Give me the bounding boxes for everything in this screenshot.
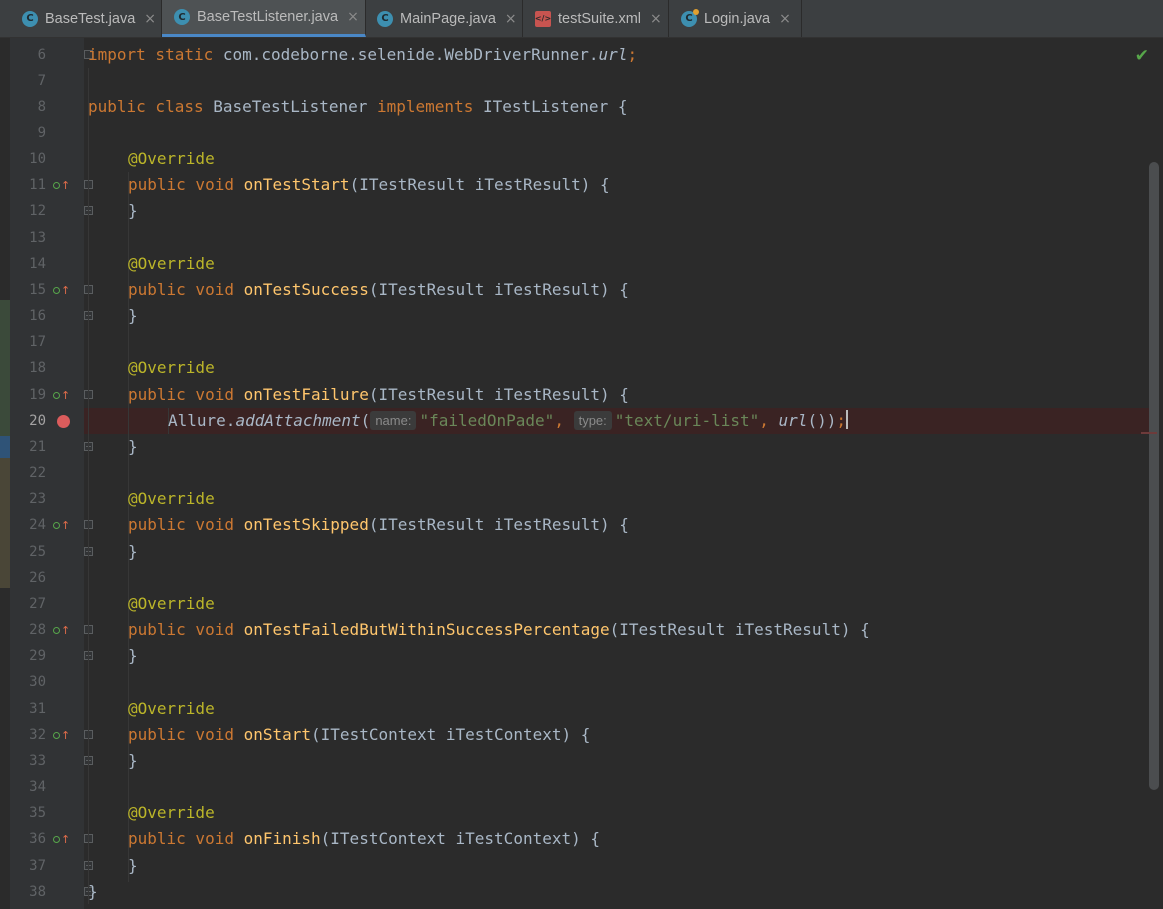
xml-file-icon: </> [535,10,551,27]
code-line: } [128,201,138,220]
line-number: 7 [37,73,46,89]
line-number: 23 [29,491,46,507]
line-number: 35 [29,805,46,821]
line-number: 16 [29,308,46,324]
line-number: 30 [29,674,46,690]
tab-mainpage[interactable]: C MainPage.java × [366,0,523,37]
line-number: 37 [29,858,46,874]
code-line: @Override [128,489,215,508]
code-editor[interactable]: 6 7 8 9 10 11 12 13 14 15 16 17 18 19 20… [0,38,1163,909]
code-line: } [88,882,98,901]
implements-method-icon[interactable]: ↑ [53,172,71,198]
line-number: 36 [29,831,46,847]
code-line: } [128,646,138,665]
line-number: 28 [29,622,46,638]
close-icon[interactable]: × [650,11,662,27]
implements-method-icon[interactable]: ↑ [53,512,71,538]
code-line: @Override [128,594,215,613]
line-number: 38 [29,884,46,900]
line-number: 12 [29,203,46,219]
line-number: 33 [29,753,46,769]
line-number: 10 [29,151,46,167]
code-area[interactable]: import static com.codeborne.selenide.Web… [84,38,1163,909]
code-line: } [128,751,138,770]
close-icon[interactable]: × [505,11,517,27]
tab-label: testSuite.xml [558,10,641,27]
code-line: public void onStart(ITestContext iTestCo… [128,725,591,744]
editor-tab-bar: C BaseTest.java × C BaseTestListener.jav… [0,0,1163,38]
code-line: @Override [128,149,215,168]
close-icon[interactable]: × [779,11,791,27]
line-number: 15 [29,282,46,298]
tab-label: Login.java [704,10,771,27]
breakpoint-icon[interactable] [57,415,70,428]
line-number: 21 [29,439,46,455]
code-line: } [128,856,138,875]
tab-basetestlistener[interactable]: C BaseTestListener.java × [162,0,366,37]
line-number: 24 [29,517,46,533]
close-icon[interactable]: × [144,11,156,27]
indent-guide [88,68,89,904]
code-line: public void onTestFailedButWithinSuccess… [128,620,870,639]
java-class-modified-icon: C [681,8,699,27]
tool-window-strip [0,38,10,909]
line-number: 26 [29,570,46,586]
line-number: 27 [29,596,46,612]
implements-method-icon[interactable]: ↑ [53,722,71,748]
tab-testsuite[interactable]: </> testSuite.xml × [523,0,669,37]
java-class-icon: C [377,10,393,27]
implements-method-icon[interactable]: ↑ [53,382,71,408]
line-number: 8 [37,99,46,115]
line-number: 34 [29,779,46,795]
code-line: public class BaseTestListener implements… [88,97,628,116]
implements-method-icon[interactable]: ↑ [53,277,71,303]
code-line: public void onTestFailure(ITestResult iT… [128,385,629,404]
line-number: 14 [29,256,46,272]
breakpoint-stripe-marker[interactable] [1141,432,1157,434]
line-number: 11 [29,177,46,193]
vertical-scrollbar[interactable] [1147,38,1163,909]
line-number: 32 [29,727,46,743]
line-number: 25 [29,544,46,560]
line-number: 9 [37,125,46,141]
implements-method-icon[interactable]: ↑ [53,617,71,643]
line-number: 18 [29,360,46,376]
line-number: 6 [37,47,46,63]
parameter-hint: type: [573,411,612,430]
line-number: 31 [29,701,46,717]
parameter-hint: name: [370,411,417,430]
tab-basetest[interactable]: C BaseTest.java × [0,0,162,37]
code-line: @Override [128,254,215,273]
java-class-icon: C [22,10,38,27]
line-number: 13 [29,230,46,246]
java-class-icon: C [174,9,190,25]
line-number: 19 [29,387,46,403]
code-line: import static com.codeborne.selenide.Web… [88,45,638,64]
code-line: public void onTestStart(ITestResult iTes… [128,175,610,194]
scrollbar-thumb[interactable] [1149,162,1159,790]
line-number: 29 [29,648,46,664]
code-line: @Override [128,803,215,822]
code-line-current[interactable]: Allure.addAttachment(name: "failedOnPade"… [168,408,848,434]
code-line: public void onFinish(ITestContext iTestC… [128,829,601,848]
tab-label: BaseTest.java [45,10,136,27]
text-caret [845,410,848,429]
line-number-current: 20 [29,413,46,429]
tab-label: BaseTestListener.java [197,9,339,25]
line-number: 17 [29,334,46,350]
code-line: public void onTestSuccess(ITestResult iT… [128,280,629,299]
line-number: 22 [29,465,46,481]
code-line: } [128,437,138,456]
code-line: @Override [128,699,215,718]
line-number-gutter[interactable]: 6 7 8 9 10 11 12 13 14 15 16 17 18 19 20… [10,38,93,909]
close-icon[interactable]: × [347,9,359,25]
implements-method-icon[interactable]: ↑ [53,826,71,852]
code-line: @Override [128,358,215,377]
code-line: } [128,542,138,561]
tab-login[interactable]: C Login.java × [669,0,802,37]
code-line: } [128,306,138,325]
tab-label: MainPage.java [400,10,496,27]
code-line: public void onTestSkipped(ITestResult iT… [128,515,629,534]
